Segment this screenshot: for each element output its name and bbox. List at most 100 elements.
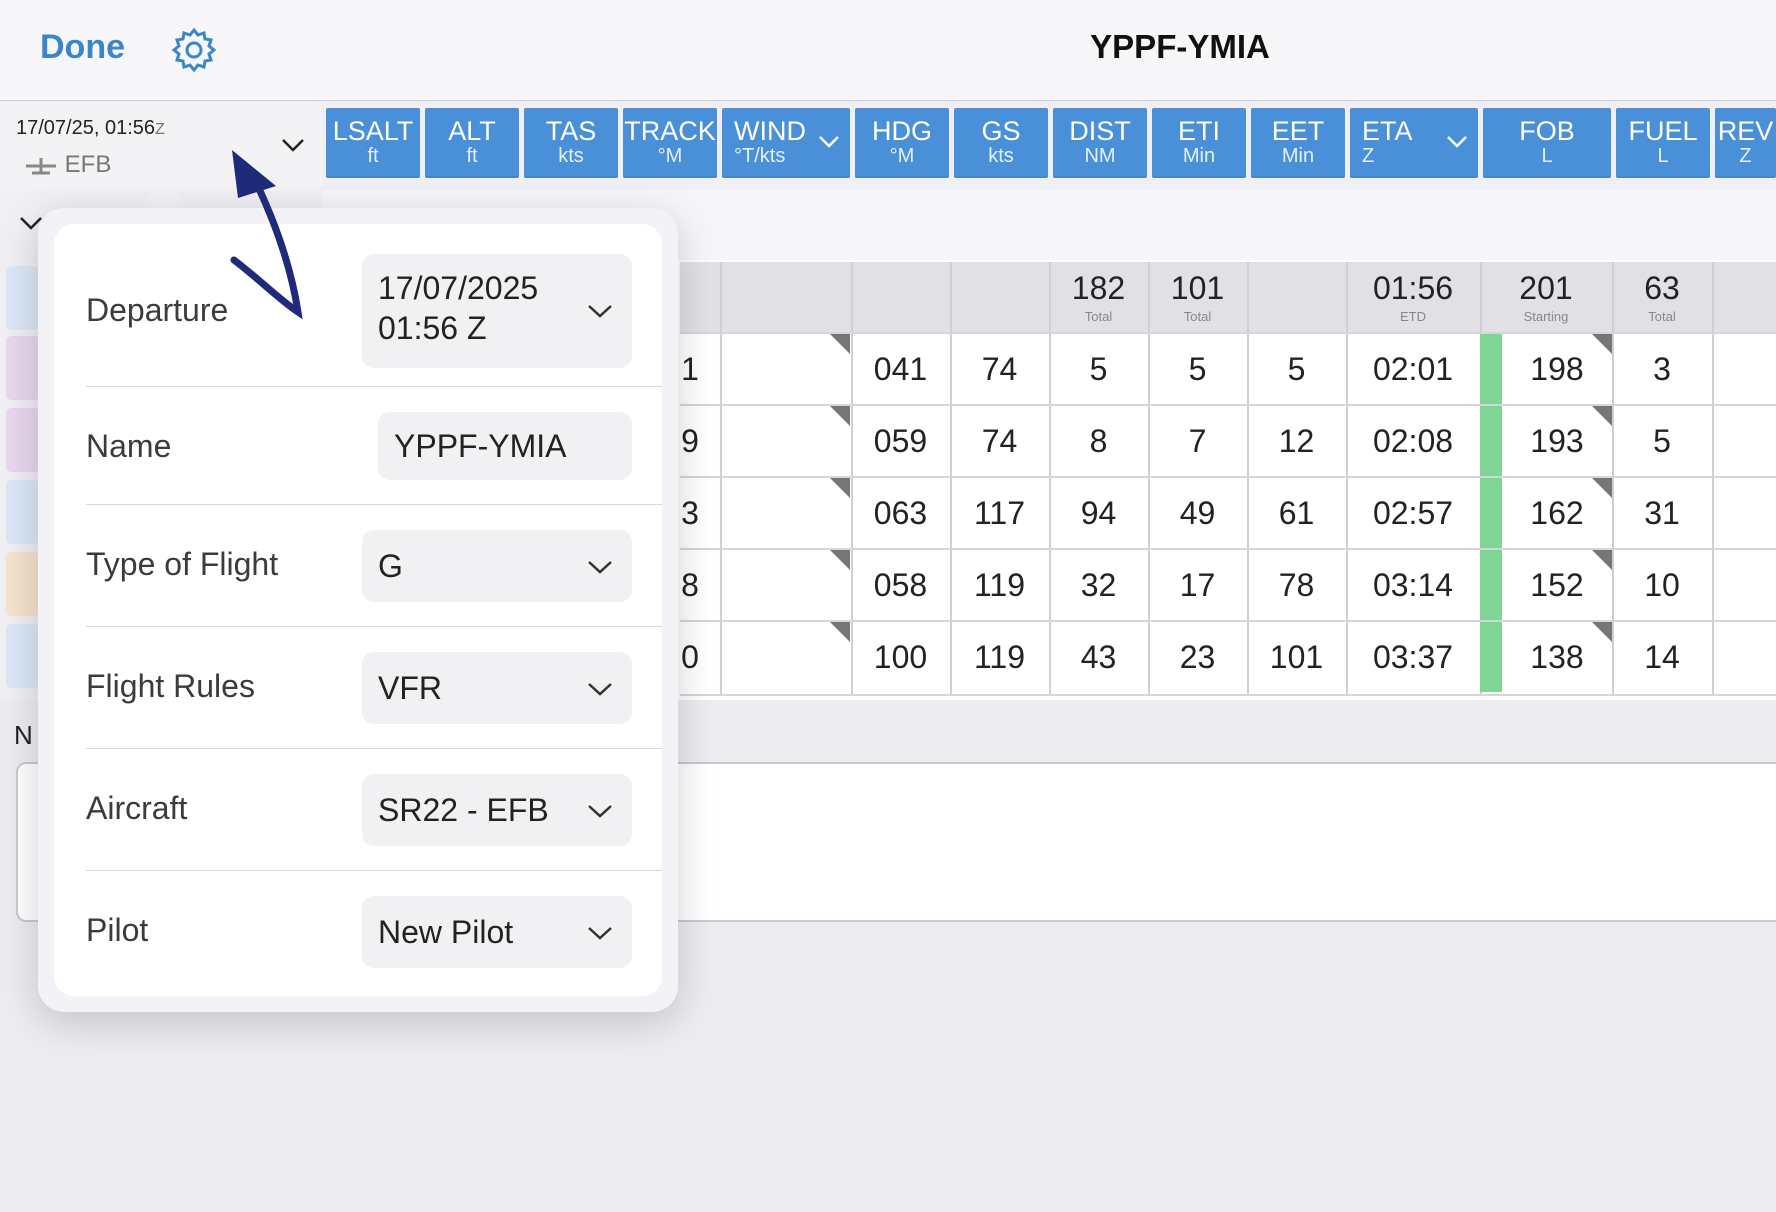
cell-fuel[interactable]: 31 xyxy=(1612,478,1712,548)
total-eta: 01:56 ETD xyxy=(1372,270,1454,324)
cell-hdg[interactable]: 059 xyxy=(851,406,950,476)
cell-eta[interactable]: 02:57 xyxy=(1346,478,1480,548)
total-fuel: 63 Total xyxy=(1644,270,1680,324)
cell-eti[interactable]: 17 xyxy=(1148,550,1247,620)
cell-eta[interactable]: 02:01 xyxy=(1346,334,1480,404)
flight-rules-select[interactable]: VFR xyxy=(362,652,632,724)
aircraft-label: Aircraft xyxy=(86,790,188,826)
waypoint-icon[interactable] xyxy=(6,624,40,688)
column-header[interactable]: FUEL L xyxy=(1616,108,1710,178)
aircraft-select[interactable]: SR22 - EFB xyxy=(362,774,632,846)
grid-divider xyxy=(1712,262,1714,694)
cell-eet[interactable]: 5 xyxy=(1247,334,1346,404)
chevron-down-icon xyxy=(588,305,612,318)
airplane-icon xyxy=(26,157,56,175)
gear-icon[interactable] xyxy=(170,26,218,74)
column-header[interactable]: TAS kts xyxy=(524,108,618,178)
cell-hdg[interactable]: 058 xyxy=(851,550,950,620)
column-header[interactable]: WIND °T/kts xyxy=(722,108,850,178)
cell-gs[interactable]: 119 xyxy=(950,622,1049,692)
divider xyxy=(86,504,662,505)
chevron-down-icon xyxy=(588,805,612,818)
aircraft-indicator: EFB xyxy=(24,151,111,179)
cell-gs[interactable]: 74 xyxy=(950,334,1049,404)
cell-eet[interactable]: 101 xyxy=(1247,622,1346,692)
nav-bar: Done YPPF-YMIA xyxy=(0,0,1776,101)
column-header[interactable]: DIST NM xyxy=(1053,108,1147,178)
departure-label: Departure xyxy=(86,292,229,328)
cell-eta[interactable]: 03:14 xyxy=(1346,550,1480,620)
cell-dist[interactable]: 8 xyxy=(1049,406,1148,476)
cell-eet[interactable]: 78 xyxy=(1247,550,1346,620)
cell-eta[interactable]: 02:08 xyxy=(1346,406,1480,476)
column-header[interactable]: FOB L xyxy=(1483,108,1611,178)
column-header[interactable]: ETI Min xyxy=(1152,108,1246,178)
divider xyxy=(86,870,662,871)
flight-rules-row: Flight Rules VFR xyxy=(86,652,662,724)
waypoint-icon[interactable] xyxy=(6,266,40,330)
cell-gs[interactable]: 117 xyxy=(950,478,1049,548)
popover-arrow xyxy=(138,180,190,210)
chevron-down-icon xyxy=(1447,136,1467,148)
column-header[interactable]: ALT ft xyxy=(425,108,519,178)
popover-content: Departure 17/07/2025 01:56 Z Name YPPF-Y… xyxy=(54,224,662,996)
cell-fuel[interactable]: 3 xyxy=(1612,334,1712,404)
waypoint-icon[interactable] xyxy=(6,408,40,472)
cell-hdg[interactable]: 063 xyxy=(851,478,950,548)
cell-eti[interactable]: 7 xyxy=(1148,406,1247,476)
edit-corner-marker xyxy=(830,478,850,498)
waypoint-icon[interactable] xyxy=(6,336,40,400)
column-header[interactable]: HDG °M xyxy=(855,108,949,178)
cell-hdg[interactable]: 041 xyxy=(851,334,950,404)
cell-fob[interactable]: 193 xyxy=(1502,406,1612,476)
cell-fob[interactable]: 138 xyxy=(1502,622,1612,692)
cell-eti[interactable]: 5 xyxy=(1148,334,1247,404)
pilot-row: Pilot New Pilot xyxy=(86,896,662,968)
cell-dist[interactable]: 43 xyxy=(1049,622,1148,692)
divider xyxy=(86,386,662,387)
cell-fob[interactable]: 152 xyxy=(1502,550,1612,620)
fuel-status-bar xyxy=(1480,622,1502,692)
total-eti: 101 Total xyxy=(1170,270,1225,324)
name-field[interactable]: YPPF-YMIA xyxy=(378,412,632,480)
column-header[interactable]: LSALT ft xyxy=(326,108,420,178)
column-header[interactable]: ETA Z xyxy=(1350,108,1478,178)
column-header[interactable]: TRACK °M xyxy=(623,108,717,178)
cell-fuel[interactable]: 10 xyxy=(1612,550,1712,620)
cell-dist[interactable]: 94 xyxy=(1049,478,1148,548)
cell-fob[interactable]: 198 xyxy=(1502,334,1612,404)
fuel-status-bar xyxy=(1480,550,1502,620)
cell-dist[interactable]: 5 xyxy=(1049,334,1148,404)
chevron-down-icon xyxy=(588,683,612,696)
divider xyxy=(86,748,662,749)
cell-eet[interactable]: 61 xyxy=(1247,478,1346,548)
cell-hdg[interactable]: 100 xyxy=(851,622,950,692)
cell-fuel[interactable]: 5 xyxy=(1612,406,1712,476)
column-header[interactable]: GS kts xyxy=(954,108,1048,178)
page-title: YPPF-YMIA xyxy=(1090,28,1270,65)
cell-fob[interactable]: 162 xyxy=(1502,478,1612,548)
column-header[interactable]: REV Z xyxy=(1715,108,1776,178)
cell-eet[interactable]: 12 xyxy=(1247,406,1346,476)
notes-label: N xyxy=(14,720,33,750)
cell-gs[interactable]: 74 xyxy=(950,406,1049,476)
edit-corner-marker xyxy=(830,622,850,642)
cell-fuel[interactable]: 14 xyxy=(1612,622,1712,692)
waypoint-icon[interactable] xyxy=(6,552,40,616)
departure-picker[interactable]: 17/07/2025 01:56 Z xyxy=(362,254,632,368)
done-button[interactable]: Done xyxy=(40,28,125,67)
cell-eta[interactable]: 03:37 xyxy=(1346,622,1480,692)
cell-eti[interactable]: 23 xyxy=(1148,622,1247,692)
column-header[interactable]: EET Min xyxy=(1251,108,1345,178)
pilot-select[interactable]: New Pilot xyxy=(362,896,632,968)
cell-gs[interactable]: 119 xyxy=(950,550,1049,620)
chevron-down-icon xyxy=(588,927,612,940)
cell-dist[interactable]: 32 xyxy=(1049,550,1148,620)
cell-eti[interactable]: 49 xyxy=(1148,478,1247,548)
flight-details-popover: Departure 17/07/2025 01:56 Z Name YPPF-Y… xyxy=(38,208,678,1012)
waypoint-icon[interactable] xyxy=(6,480,40,544)
total-dist: 182 Total xyxy=(1071,270,1126,324)
annotation-arrow-icon xyxy=(230,150,303,320)
pilot-label: Pilot xyxy=(86,912,149,948)
type-of-flight-select[interactable]: G xyxy=(362,530,632,602)
